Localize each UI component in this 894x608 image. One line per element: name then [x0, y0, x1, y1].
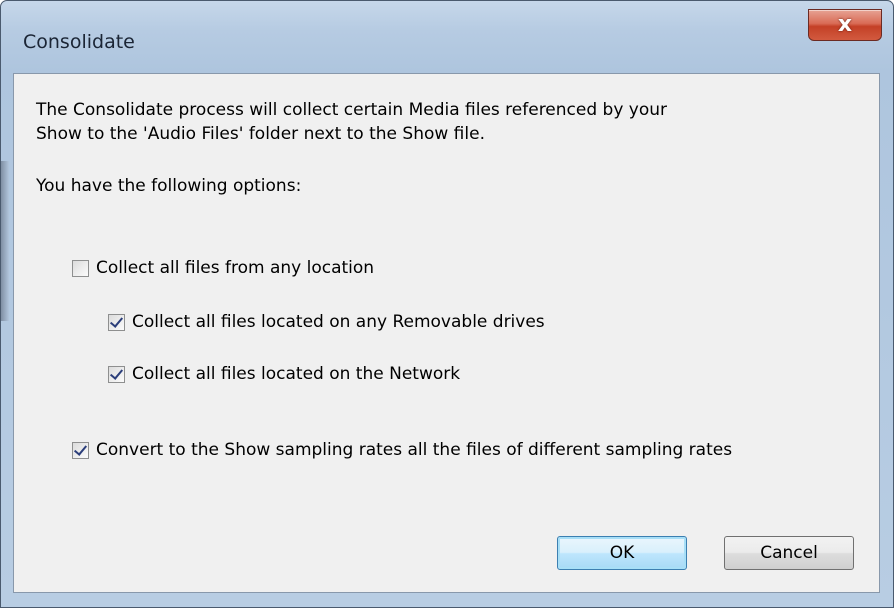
checkbox-convert-sampling-rates[interactable] — [72, 441, 89, 459]
title-bar[interactable]: Consolidate x — [1, 1, 893, 77]
description-line-1: The Consolidate process will collect cer… — [36, 100, 668, 120]
label-collect-network: Collect all files located on the Network — [132, 364, 461, 384]
ok-button[interactable]: OK — [557, 536, 687, 570]
close-icon: x — [837, 12, 853, 37]
consolidate-dialog: Consolidate x The Consolidate process wi… — [0, 0, 894, 608]
checkbox-collect-removable-drives[interactable] — [108, 313, 125, 331]
option-collect-network[interactable]: Collect all files located on the Network — [108, 364, 460, 384]
window-title: Consolidate — [23, 31, 135, 53]
cancel-button[interactable]: Cancel — [724, 536, 854, 570]
dialog-content: The Consolidate process will collect cer… — [13, 73, 880, 593]
label-collect-removable-drives: Collect all files located on any Removab… — [132, 312, 545, 332]
options-intro: You have the following options: — [36, 176, 302, 196]
option-collect-removable-drives[interactable]: Collect all files located on any Removab… — [108, 312, 545, 332]
checkbox-collect-network[interactable] — [108, 365, 125, 383]
option-collect-any-location[interactable]: Collect all files from any location — [72, 258, 374, 278]
window-edge-shadow — [1, 161, 9, 321]
close-button[interactable]: x — [808, 9, 882, 41]
label-collect-any-location: Collect all files from any location — [96, 258, 375, 278]
label-convert-sampling-rates: Convert to the Show sampling rates all t… — [96, 440, 733, 460]
checkbox-collect-any-location[interactable] — [72, 259, 89, 277]
description-line-2: Show to the 'Audio Files' folder next to… — [36, 124, 485, 144]
option-convert-sampling-rates[interactable]: Convert to the Show sampling rates all t… — [72, 440, 732, 460]
